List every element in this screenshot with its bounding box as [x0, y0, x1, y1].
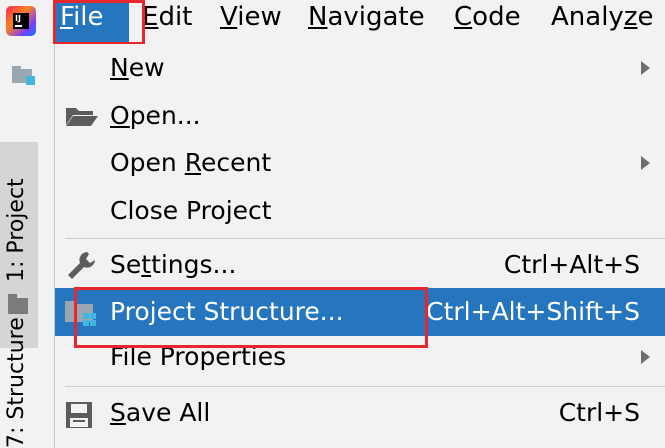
file-menu-dropdown: New Open... Open Recent Close Project Se…	[54, 44, 665, 448]
submenu-arrow-icon	[641, 350, 650, 364]
menu-view[interactable]: View	[214, 0, 288, 44]
menu-item-project-structure-label: Project Structure...	[110, 297, 344, 326]
save-icon	[66, 402, 92, 428]
folder-icon	[8, 294, 28, 314]
submenu-arrow-icon	[641, 61, 650, 75]
open-folder-icon	[66, 108, 98, 126]
menu-item-project-structure-shortcut: Ctrl+Alt+Shift+S	[426, 297, 640, 326]
wrench-icon	[68, 252, 95, 279]
menu-item-close-project[interactable]: Close Project	[55, 188, 665, 236]
menu-separator	[65, 386, 665, 387]
submenu-arrow-icon	[641, 156, 650, 170]
menu-item-project-structure[interactable]: Project Structure... Ctrl+Alt+Shift+S	[55, 288, 665, 336]
menu-item-file-properties[interactable]: File Properties	[55, 336, 665, 384]
menu-file[interactable]: File	[54, 0, 129, 44]
menu-item-save-all-label: Save All	[110, 398, 211, 427]
menu-item-save-all[interactable]: Save All Ctrl+S	[55, 390, 665, 438]
menu-item-close-project-label: Close Project	[110, 196, 272, 225]
tab-structure-label[interactable]: 7: Structure	[4, 317, 29, 448]
menu-code[interactable]: Code	[448, 0, 527, 44]
menu-item-new[interactable]: New	[55, 44, 665, 92]
menu-edit[interactable]: Edit	[136, 0, 198, 44]
menu-item-settings-label: Settings...	[110, 250, 237, 279]
project-folder-icon[interactable]	[12, 66, 35, 85]
menu-navigate[interactable]: Navigate	[302, 0, 431, 44]
menu-item-settings-shortcut: Ctrl+Alt+S	[503, 250, 640, 279]
menu-item-open-recent[interactable]: Open Recent	[55, 140, 665, 188]
menu-bar: IJ File Edit View Navigate Code Analyze	[0, 0, 665, 44]
menu-item-new-label: New	[110, 53, 165, 82]
menu-item-open-label: Open...	[110, 101, 201, 130]
tool-window-strip: 1: Project 7: Structure	[0, 44, 55, 448]
project-structure-icon	[65, 301, 96, 326]
menu-item-save-all-shortcut: Ctrl+S	[558, 398, 640, 427]
tab-project-label: 1: Project	[4, 178, 29, 282]
menu-item-open-recent-label: Open Recent	[110, 148, 272, 177]
menu-item-settings[interactable]: Settings... Ctrl+Alt+S	[55, 242, 665, 288]
menu-separator	[65, 238, 665, 239]
intellij-logo-icon: IJ	[6, 6, 36, 36]
menu-analyze[interactable]: Analyze	[545, 0, 659, 44]
menu-item-open[interactable]: Open...	[55, 92, 665, 140]
menu-item-file-properties-label: File Properties	[110, 342, 287, 371]
